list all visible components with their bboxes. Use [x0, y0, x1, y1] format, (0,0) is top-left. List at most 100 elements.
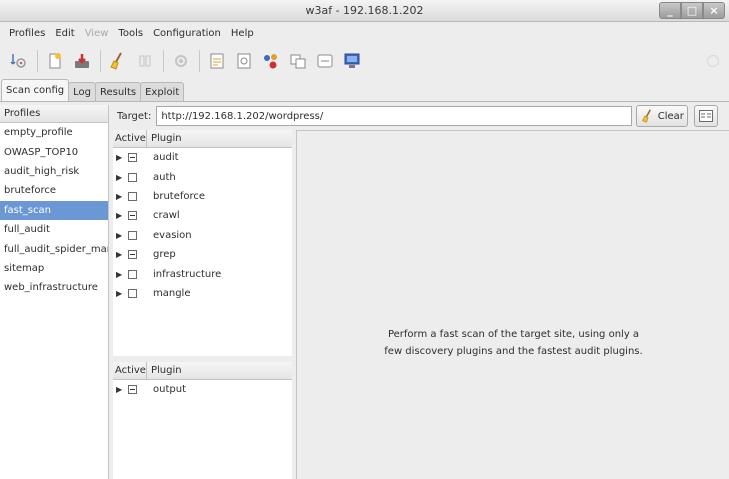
fuzzy-request-button[interactable] — [231, 48, 257, 74]
menu-edit[interactable]: Edit — [50, 28, 79, 39]
close-button[interactable]: × — [703, 2, 725, 19]
plugin-row-output[interactable]: ▶ output — [113, 380, 292, 399]
encode-decode-button[interactable] — [258, 48, 284, 74]
profile-item-full-audit-spider-man[interactable]: full_audit_spider_man — [0, 239, 108, 258]
expander-icon[interactable]: ▶ — [116, 231, 126, 240]
proxy-button[interactable] — [339, 48, 365, 74]
profile-item-bruteforce[interactable]: bruteforce — [0, 181, 108, 200]
expander-icon[interactable]: ▶ — [116, 289, 126, 298]
expander-icon[interactable]: ▶ — [116, 153, 126, 162]
column-active[interactable]: Active — [113, 362, 147, 379]
profile-item-owasp-top10[interactable]: OWASP_TOP10 — [0, 142, 108, 161]
profile-item-empty-profile[interactable]: empty_profile — [0, 123, 108, 142]
target-url-input[interactable] — [156, 106, 633, 126]
column-plugin[interactable]: Plugin — [147, 365, 182, 376]
pause-icon — [139, 55, 151, 67]
plugin-row-infrastructure[interactable]: ▶ infrastructure — [113, 264, 292, 283]
expander-icon[interactable]: ▶ — [116, 173, 126, 182]
plugin-name: mangle — [153, 287, 191, 299]
tab-exploit[interactable]: Exploit — [140, 82, 185, 101]
output-plugins-tree-header: Active Plugin — [113, 362, 292, 380]
profile-item-web-infrastructure[interactable]: web_infrastructure — [0, 278, 108, 297]
plugin-checkbox-infrastructure[interactable] — [128, 269, 137, 279]
menu-configuration[interactable]: Configuration — [148, 28, 226, 39]
plugin-checkbox-auth[interactable] — [128, 172, 137, 182]
export-request-button[interactable] — [285, 48, 311, 74]
expander-icon[interactable]: ▶ — [116, 192, 126, 201]
profiles-header[interactable]: Profiles — [0, 105, 108, 123]
profile-description-pane: Perform a fast scan of the target site, … — [296, 130, 729, 479]
plugin-checkbox-crawl[interactable] — [128, 211, 137, 221]
export-request-icon — [290, 54, 306, 69]
plugins-tree-header: Active Plugin — [113, 130, 292, 148]
toolbar-separator — [100, 50, 101, 72]
plugin-row-audit[interactable]: ▶ audit — [113, 148, 292, 167]
plugin-checkbox-evasion[interactable] — [128, 230, 137, 240]
save-profile-icon — [75, 54, 89, 68]
plugin-name: bruteforce — [153, 190, 206, 202]
plugin-row-bruteforce[interactable]: ▶ bruteforce — [113, 187, 292, 206]
plugin-checkbox-output[interactable] — [128, 385, 137, 395]
target-label: Target: — [117, 110, 152, 122]
menu-help[interactable]: Help — [226, 28, 259, 39]
plugin-row-crawl[interactable]: ▶ crawl — [113, 206, 292, 225]
plugin-checkbox-grep[interactable] — [128, 250, 137, 260]
expander-icon[interactable]: ▶ — [116, 385, 126, 394]
plugin-row-mangle[interactable]: ▶ mangle — [113, 284, 292, 303]
tab-log[interactable]: Log — [68, 82, 96, 101]
new-profile-button[interactable] — [42, 48, 68, 74]
manual-request-icon — [210, 53, 224, 69]
plugin-name: crawl — [153, 210, 180, 222]
compare-button[interactable] — [312, 48, 338, 74]
expander-icon[interactable]: ▶ — [116, 211, 126, 220]
profile-description: Perform a fast scan of the target site, … — [297, 326, 729, 360]
target-wizard-button[interactable] — [6, 48, 32, 74]
window-title: w3af - 192.168.1.202 — [305, 4, 424, 17]
plugin-name: auth — [153, 171, 176, 183]
clear-label: Clear — [657, 110, 684, 122]
minimize-button[interactable]: _ — [659, 2, 681, 19]
target-wizard-icon — [10, 54, 26, 68]
manual-request-button[interactable] — [204, 48, 230, 74]
expander-icon[interactable]: ▶ — [116, 250, 126, 259]
column-active[interactable]: Active — [113, 130, 147, 147]
target-row: Target: Clear — [113, 104, 729, 128]
maximize-button[interactable]: □ — [681, 2, 703, 19]
broom-icon — [641, 109, 651, 123]
new-profile-icon — [49, 53, 61, 69]
tab-scan-config[interactable]: Scan config — [1, 79, 70, 101]
tab-results[interactable]: Results — [94, 82, 142, 101]
menu-view[interactable]: View — [80, 28, 114, 39]
plugin-row-evasion[interactable]: ▶ evasion — [113, 226, 292, 245]
advanced-target-button[interactable] — [694, 105, 719, 127]
profile-item-full-audit[interactable]: full_audit — [0, 220, 108, 239]
plugin-name: grep — [153, 249, 176, 261]
plugin-row-auth[interactable]: ▶ auth — [113, 167, 292, 186]
title-bar: w3af - 192.168.1.202 _ □ × — [0, 0, 729, 22]
toolbar — [0, 44, 729, 78]
profile-item-fast-scan[interactable]: fast_scan — [0, 200, 108, 220]
main-tabs: Scan config Log Results Exploit — [0, 79, 185, 101]
column-plugin[interactable]: Plugin — [147, 133, 182, 144]
toolbar-separator — [37, 50, 38, 72]
menu-bar: Profiles Edit View Tools Configuration H… — [0, 23, 729, 43]
menu-tools[interactable]: Tools — [113, 28, 148, 39]
output-plugins-tree: Active Plugin ▶ output — [113, 362, 292, 479]
pause-button[interactable] — [132, 48, 158, 74]
exploit-button[interactable] — [168, 48, 194, 74]
menu-profiles[interactable]: Profiles — [4, 28, 50, 39]
plugin-checkbox-audit[interactable] — [128, 153, 137, 163]
clear-target-button[interactable]: Clear — [636, 105, 689, 127]
plugin-checkbox-mangle[interactable] — [128, 288, 137, 298]
expander-icon[interactable]: ▶ — [116, 270, 126, 279]
plugin-name: infrastructure — [153, 268, 222, 280]
throbber-icon — [707, 55, 719, 67]
clear-scan-button[interactable] — [105, 48, 131, 74]
plugin-row-grep[interactable]: ▶ grep — [113, 245, 292, 264]
plugin-checkbox-bruteforce[interactable] — [128, 191, 137, 201]
compare-icon — [317, 54, 333, 68]
save-profile-button[interactable] — [69, 48, 95, 74]
profile-item-sitemap[interactable]: sitemap — [0, 259, 108, 278]
profile-item-audit-high-risk[interactable]: audit_high_risk — [0, 162, 108, 181]
toolbar-separator — [199, 50, 200, 72]
